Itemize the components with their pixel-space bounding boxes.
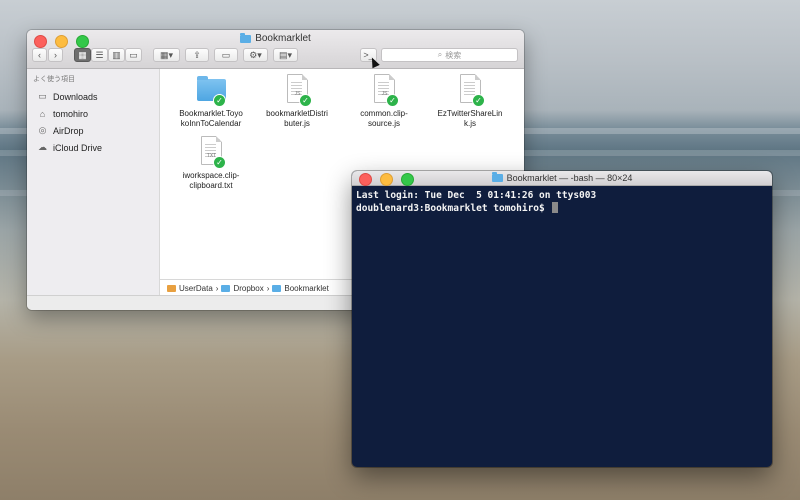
synced-check-icon: ✓ bbox=[386, 94, 399, 107]
terminal-titlebar[interactable]: Bookmarklet — -bash — 80×24 bbox=[352, 171, 772, 186]
path-crumb-bookmarklet[interactable]: Bookmarklet bbox=[284, 284, 328, 293]
list-icon: ☰ bbox=[95, 49, 104, 60]
file-name: buter.js bbox=[284, 119, 310, 128]
arrange-icon: ▦▾ bbox=[159, 49, 174, 60]
folder-icon bbox=[221, 284, 231, 292]
window-title-text: Bookmarklet bbox=[255, 33, 311, 44]
sidebar-item-label: tomohiro bbox=[53, 108, 89, 119]
column-view-button[interactable]: ▥ bbox=[108, 48, 125, 62]
grid-icon: ▦ bbox=[78, 49, 87, 60]
file-item[interactable]: JS ✓ bookmarkletDistri buter.js bbox=[257, 74, 337, 129]
sidebar-item-label: Downloads bbox=[53, 91, 98, 102]
folder-icon: ✓ bbox=[196, 74, 226, 107]
forward-button[interactable]: › bbox=[48, 48, 63, 62]
file-item[interactable]: ✓ Bookmarklet.Toyo koInnToCalendar bbox=[171, 74, 251, 129]
finder-toolbar: ‹ › ▦ ☰ ▥ ▭ ▦▾ ⇪ ▭ ⚙▾ ▤▾ >_ ⌕ 検索 bbox=[32, 48, 519, 64]
dropbox-menu-button[interactable]: ▤▾ bbox=[273, 48, 298, 62]
sidebar-item-icloud-drive[interactable]: ☁ iCloud Drive bbox=[27, 139, 159, 156]
sidebar-heading: よく使う項目 bbox=[33, 76, 75, 83]
synced-check-icon: ✓ bbox=[213, 94, 226, 107]
arrange-button[interactable]: ▦▾ bbox=[153, 48, 180, 62]
file-name: iworkspace.clip- bbox=[182, 171, 240, 180]
gallery-view-button[interactable]: ▭ bbox=[125, 48, 142, 62]
file-name: koInnToCalendar bbox=[180, 119, 242, 128]
folder-icon bbox=[240, 32, 252, 43]
icon-view-button[interactable]: ▦ bbox=[74, 48, 91, 62]
file-item[interactable]: ✓ EzTwitterShareLin k.js bbox=[430, 74, 510, 129]
list-view-button[interactable]: ☰ bbox=[91, 48, 108, 62]
txt-file-icon: TXT ✓ bbox=[196, 136, 226, 169]
terminal-prompt: doublenard3:Bookmarklet tomohiro$ bbox=[356, 203, 551, 214]
path-crumb-userdata[interactable]: UserData bbox=[179, 284, 213, 293]
sidebar-item-downloads[interactable]: ▭ Downloads bbox=[27, 88, 159, 105]
sidebar: よく使う項目 ▭ Downloads ⌂ tomohiro ◎ AirDrop … bbox=[27, 69, 160, 296]
folder-icon bbox=[491, 172, 503, 182]
folder-icon bbox=[272, 284, 282, 292]
file-name: clipboard.txt bbox=[189, 181, 233, 190]
search-field[interactable]: ⌕ 検索 bbox=[381, 48, 518, 62]
terminal-prompt-line[interactable]: doublenard3:Bookmarklet tomohiro$ bbox=[356, 202, 768, 215]
columns-icon: ▥ bbox=[112, 49, 121, 60]
action-button[interactable]: ⚙▾ bbox=[243, 48, 268, 62]
file-name: Bookmarklet.Toyo bbox=[179, 109, 243, 118]
coverflow-icon: ▭ bbox=[129, 49, 138, 60]
file-name: k.js bbox=[464, 119, 476, 128]
terminal-line: Last login: Tue Dec 5 01:41:26 on ttys00… bbox=[356, 190, 597, 201]
path-separator: › bbox=[266, 283, 270, 293]
cloud-icon: ☁ bbox=[38, 142, 47, 152]
terminal-title: Bookmarklet — -bash — 80×24 bbox=[352, 172, 772, 183]
back-button[interactable]: ‹ bbox=[32, 48, 47, 62]
synced-check-icon: ✓ bbox=[213, 156, 226, 169]
path-crumb-dropbox[interactable]: Dropbox bbox=[233, 284, 263, 293]
terminal-window[interactable]: Bookmarklet — -bash — 80×24 Last login: … bbox=[352, 171, 772, 467]
sidebar-item-label: iCloud Drive bbox=[53, 142, 103, 153]
js-file-icon: JS ✓ bbox=[282, 74, 312, 107]
downloads-folder-icon: ▭ bbox=[38, 91, 47, 101]
path-separator: › bbox=[215, 283, 219, 293]
drive-icon bbox=[167, 284, 176, 292]
file-name: bookmarkletDistri bbox=[266, 109, 328, 118]
js-file-icon: JS ✓ bbox=[369, 74, 399, 107]
tag-icon: ▭ bbox=[221, 49, 231, 60]
sidebar-item-label: AirDrop bbox=[53, 125, 84, 136]
tag-button[interactable]: ▭ bbox=[214, 48, 238, 62]
stack-icon: ▤▾ bbox=[278, 49, 293, 60]
file-name: EzTwitterShareLin bbox=[437, 109, 503, 118]
terminal-title-text: Bookmarklet — -bash — 80×24 bbox=[506, 173, 633, 183]
synced-check-icon: ✓ bbox=[299, 94, 312, 107]
window-title: Bookmarklet bbox=[27, 32, 524, 44]
terminal-output[interactable]: Last login: Tue Dec 5 01:41:26 on ttys00… bbox=[352, 186, 772, 219]
home-icon: ⌂ bbox=[39, 108, 46, 119]
file-item[interactable]: JS ✓ common.clip- source.js bbox=[344, 74, 424, 129]
search-icon: ⌕ bbox=[437, 50, 443, 59]
sidebar-item-airdrop[interactable]: ◎ AirDrop bbox=[27, 122, 159, 139]
airdrop-icon: ◎ bbox=[38, 125, 47, 135]
file-name: source.js bbox=[367, 119, 400, 128]
share-button[interactable]: ⇪ bbox=[185, 48, 209, 62]
file-item[interactable]: TXT ✓ iworkspace.clip- clipboard.txt bbox=[171, 136, 251, 191]
sidebar-item-tomohiro[interactable]: ⌂ tomohiro bbox=[27, 105, 159, 122]
finder-titlebar[interactable]: Bookmarklet ‹ › ▦ ☰ ▥ ▭ ▦▾ ⇪ ▭ ⚙▾ ▤▾ >_ … bbox=[27, 30, 524, 69]
search-placeholder: 検索 bbox=[445, 50, 462, 60]
synced-check-icon: ✓ bbox=[472, 94, 485, 107]
js-file-icon: ✓ bbox=[455, 74, 485, 107]
file-name: common.clip- bbox=[360, 109, 408, 118]
text-cursor bbox=[552, 202, 559, 213]
